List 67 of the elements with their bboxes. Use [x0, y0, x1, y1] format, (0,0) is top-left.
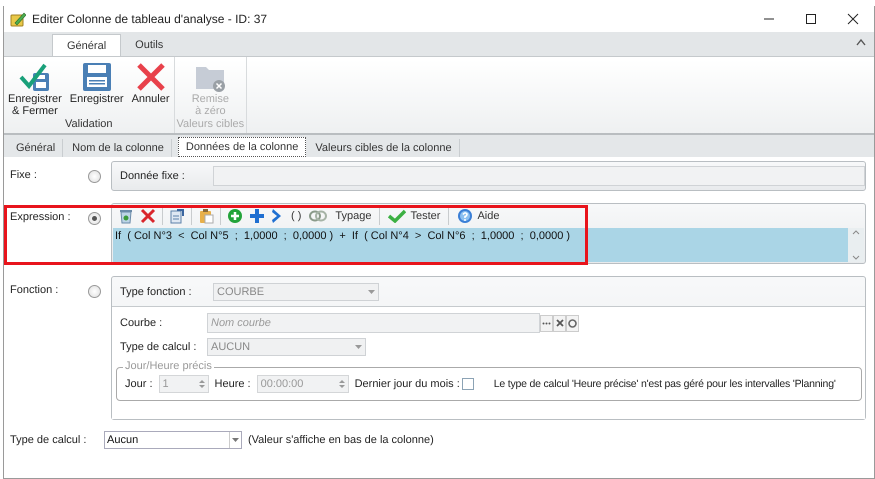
field-label: Donnée fixe :: [120, 170, 186, 182]
radio-button[interactable]: [88, 212, 101, 225]
field-label: Fonction :: [10, 283, 60, 296]
tab[interactable]: Nom de la colonne: [65, 139, 172, 157]
toolbar-button[interactable]: Aide: [455, 208, 502, 224]
toolbar-button[interactable]: Typage: [333, 210, 374, 222]
input-field[interactable]: [213, 166, 865, 186]
chevron-icon[interactable]: [271, 208, 283, 224]
group-title: Jour/Heure précis: [123, 360, 214, 372]
clipboard-icon[interactable]: [198, 208, 214, 224]
plus-icon[interactable]: [249, 208, 265, 224]
ellipsis-icon: [542, 322, 551, 324]
window-title: Editer Colonne de tableau d'analyse - ID: 37: [32, 12, 268, 26]
help-icon: [457, 208, 474, 224]
delete-icon[interactable]: [140, 208, 156, 224]
field-label: Expression :: [10, 210, 72, 223]
ribbon-button[interactable]: Enregistrer: [68, 61, 126, 118]
field-label: Type fonction :: [120, 286, 193, 298]
ribbon-button[interactable]: Annuler: [130, 61, 172, 118]
check-icon: [388, 209, 406, 223]
document-icon[interactable]: [169, 208, 185, 224]
maximize-icon: [805, 13, 817, 25]
close-icon: [847, 13, 859, 25]
save-icon: [80, 61, 113, 93]
ribbon-tab[interactable]: Général: [52, 34, 122, 56]
scrollbar[interactable]: [848, 228, 864, 262]
group-label: Validation: [65, 118, 112, 132]
dropdown-arrow-icon: [355, 345, 362, 349]
scroll-up-icon: [852, 230, 860, 235]
field-label: Fixe :: [10, 168, 38, 181]
dropdown-arrow-icon: [232, 438, 239, 442]
scroll-down-icon: [852, 255, 860, 260]
field-label: Type de calcul :: [120, 341, 198, 353]
pencil-note-icon: [10, 11, 26, 27]
toolbar-button[interactable]: Tester: [386, 209, 442, 223]
spin-arrows-icon: [198, 379, 205, 389]
group-label: Valeurs cibles: [176, 118, 244, 132]
field-label: Jour :: [125, 378, 153, 390]
collapse-icon[interactable]: [856, 38, 866, 46]
check-floppy-icon: [18, 61, 51, 93]
trash-icon[interactable]: [118, 208, 134, 224]
toolbar-button[interactable]: ( ): [289, 210, 304, 222]
tab[interactable]: Données de la colonne: [178, 137, 306, 157]
tab[interactable]: Général: [9, 139, 64, 157]
info-text: Le type de calcul 'Heure précise' n'est pas géré pour les intervalles 'Planning': [494, 378, 836, 390]
tab[interactable]: Valeurs cibles de la colonne: [308, 139, 460, 157]
hint-text: (Valeur s'affiche en bas de la colonne): [248, 434, 434, 446]
reset-button[interactable]: [566, 314, 579, 332]
browse-button[interactable]: [540, 314, 553, 332]
dropdown[interactable]: Aucun: [104, 431, 242, 449]
radio-button[interactable]: [88, 285, 101, 298]
clear-icon: [556, 319, 564, 327]
field-label: Type de calcul :: [10, 434, 88, 446]
clear-button[interactable]: [553, 314, 566, 332]
radio-button[interactable]: [88, 170, 101, 183]
spin-arrows-icon: [338, 379, 345, 389]
field-label: Courbe :: [120, 317, 164, 329]
add-icon[interactable]: [227, 208, 243, 224]
link-icon[interactable]: [309, 209, 328, 223]
circle-icon: [568, 318, 577, 328]
cancel-icon: [134, 61, 167, 93]
field-label: Dernier jour du mois :: [354, 378, 460, 390]
dropdown-arrow-icon: [368, 290, 375, 294]
ribbon-button[interactable]: Enregistrer & Fermer: [6, 61, 64, 118]
field-label: Heure :: [214, 378, 251, 390]
ribbon-tab[interactable]: Outils: [121, 34, 178, 56]
checkbox[interactable]: [462, 378, 474, 390]
